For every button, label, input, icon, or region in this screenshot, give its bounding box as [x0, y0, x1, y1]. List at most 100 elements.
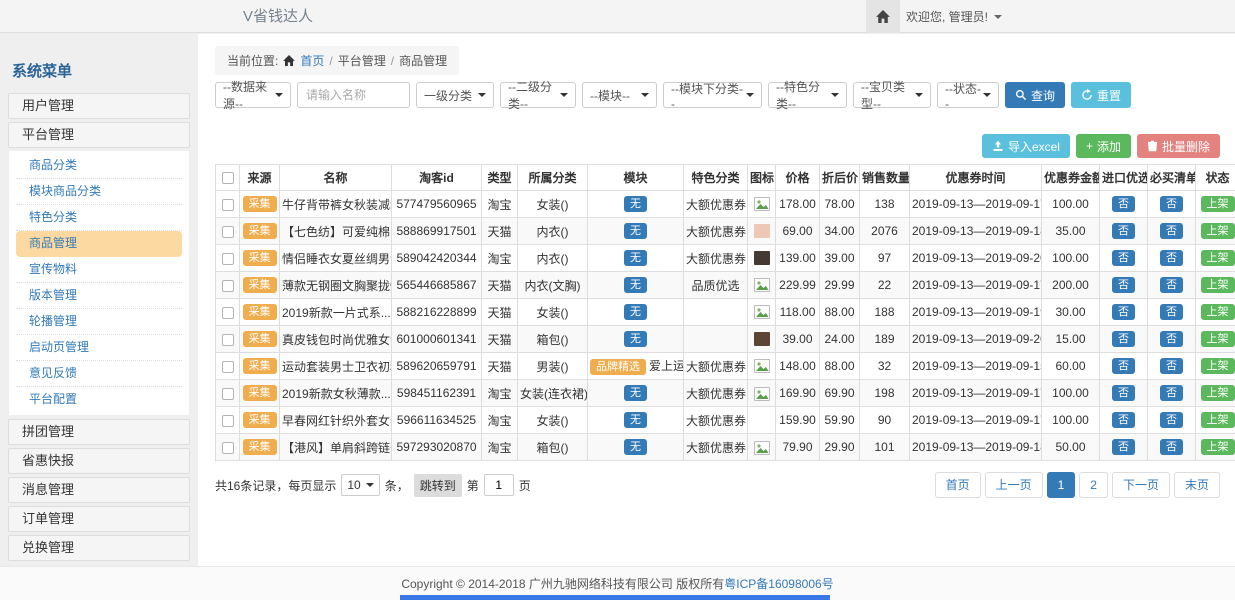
filter-select[interactable]: --特色分类--	[768, 82, 847, 108]
column-header: 状态	[1196, 165, 1235, 191]
row-checkbox[interactable]	[222, 442, 234, 454]
pager-button[interactable]: 2	[1079, 472, 1108, 498]
must-buy-toggle[interactable]: 否	[1160, 412, 1183, 428]
batch-delete-button[interactable]: 批量删除	[1137, 134, 1220, 158]
filter-select[interactable]: --宝贝类型--	[853, 82, 931, 108]
page-number-input[interactable]	[484, 474, 514, 496]
home-button[interactable]	[866, 0, 900, 33]
import-select-toggle[interactable]: 否	[1112, 304, 1135, 320]
sidebar-group[interactable]: 用户管理	[8, 93, 190, 119]
must-buy-toggle[interactable]: 否	[1160, 250, 1183, 266]
row-checkbox[interactable]	[222, 307, 234, 319]
user-menu[interactable]: 欢迎您, 管理员!	[906, 0, 1002, 33]
row-checkbox[interactable]	[222, 253, 234, 265]
row-select-cell	[216, 380, 240, 407]
name-filter-input[interactable]	[297, 82, 410, 108]
sidebar-item[interactable]: 启动页管理	[16, 335, 182, 361]
module-badge[interactable]: 无	[624, 304, 647, 320]
status-badge[interactable]: 上架	[1201, 385, 1235, 401]
must-buy-toggle[interactable]: 否	[1160, 358, 1183, 374]
sidebar-group[interactable]: 平台管理	[8, 122, 190, 148]
sidebar-item[interactable]: 轮播管理	[16, 309, 182, 335]
breadcrumb-home-link[interactable]: 首页	[300, 52, 324, 69]
import-select-toggle[interactable]: 否	[1112, 331, 1135, 347]
sidebar-group[interactable]: 订单管理	[8, 506, 190, 532]
status-badge[interactable]: 上架	[1201, 331, 1235, 347]
must-buy-toggle[interactable]: 否	[1160, 277, 1183, 293]
must-buy-toggle[interactable]: 否	[1160, 223, 1183, 239]
module-badge[interactable]: 无	[624, 439, 647, 455]
filter-select[interactable]: --模块--	[582, 82, 657, 108]
status-badge[interactable]: 上架	[1201, 223, 1235, 239]
status-badge[interactable]: 上架	[1201, 196, 1235, 212]
jump-button[interactable]: 跳转到	[414, 474, 462, 497]
icp-link[interactable]: 粤ICP备16098006号	[724, 575, 833, 592]
row-checkbox[interactable]	[222, 199, 234, 211]
import-select-toggle[interactable]: 否	[1112, 223, 1135, 239]
pager-button[interactable]: 下一页	[1112, 472, 1170, 498]
row-checkbox[interactable]	[222, 226, 234, 238]
status-badge[interactable]: 上架	[1201, 412, 1235, 428]
import-select-cell: 否	[1100, 407, 1148, 434]
sidebar-item[interactable]: 商品分类	[16, 153, 182, 179]
row-checkbox[interactable]	[222, 361, 234, 373]
must-buy-toggle[interactable]: 否	[1160, 331, 1183, 347]
sidebar-group[interactable]: 省惠快报	[8, 448, 190, 474]
filter-select[interactable]: --二级分类--	[500, 82, 576, 108]
add-button[interactable]: + 添加	[1076, 134, 1131, 158]
filter-select[interactable]: 一级分类	[416, 82, 494, 108]
filter-select-source[interactable]: --数据来源--	[215, 82, 291, 108]
sidebar-item[interactable]: 模块商品分类	[16, 179, 182, 205]
status-badge[interactable]: 上架	[1201, 277, 1235, 293]
import-select-toggle[interactable]: 否	[1112, 277, 1135, 293]
import-select-toggle[interactable]: 否	[1112, 412, 1135, 428]
pager-button[interactable]: 1	[1047, 472, 1076, 498]
filter-select[interactable]: --状态--	[937, 82, 999, 108]
status-badge[interactable]: 上架	[1201, 439, 1235, 455]
sidebar-item[interactable]: 宣传物料	[16, 257, 182, 283]
module-badge[interactable]: 无	[624, 223, 647, 239]
sidebar-item[interactable]: 意见反馈	[16, 361, 182, 387]
sidebar-item[interactable]: 特色分类	[16, 205, 182, 231]
must-buy-toggle[interactable]: 否	[1160, 196, 1183, 212]
row-checkbox[interactable]	[222, 415, 234, 427]
pager-button[interactable]: 上一页	[985, 472, 1043, 498]
sidebar-item[interactable]: 平台配置	[16, 387, 182, 413]
filter-select[interactable]: --模块下分类--	[663, 82, 762, 108]
search-button[interactable]: 查询	[1005, 82, 1065, 108]
import-select-toggle[interactable]: 否	[1112, 439, 1135, 455]
status-badge[interactable]: 上架	[1201, 250, 1235, 266]
row-checkbox[interactable]	[222, 388, 234, 400]
row-select-cell	[216, 299, 240, 326]
row-select-cell	[216, 191, 240, 218]
sidebar-group[interactable]: 拼团管理	[8, 419, 190, 445]
module-badge[interactable]: 无	[624, 385, 647, 401]
sidebar-group[interactable]: 兑换管理	[8, 535, 190, 561]
must-buy-toggle[interactable]: 否	[1160, 439, 1183, 455]
module-badge[interactable]: 无	[624, 331, 647, 347]
import-select-toggle[interactable]: 否	[1112, 358, 1135, 374]
pager-button[interactable]: 首页	[935, 472, 981, 498]
import-select-toggle[interactable]: 否	[1112, 196, 1135, 212]
sidebar-group[interactable]: 消息管理	[8, 477, 190, 503]
must-buy-toggle[interactable]: 否	[1160, 304, 1183, 320]
sidebar-item[interactable]: 版本管理	[16, 283, 182, 309]
module-badge[interactable]: 无	[624, 196, 647, 212]
import-select-toggle[interactable]: 否	[1112, 385, 1135, 401]
sidebar-item[interactable]: 商品管理	[16, 231, 182, 257]
module-badge[interactable]: 品牌精选	[590, 359, 646, 375]
row-checkbox[interactable]	[222, 334, 234, 346]
module-badge[interactable]: 无	[624, 250, 647, 266]
module-badge[interactable]: 无	[624, 412, 647, 428]
status-badge[interactable]: 上架	[1201, 358, 1235, 374]
import-select-toggle[interactable]: 否	[1112, 250, 1135, 266]
select-all-checkbox[interactable]	[222, 172, 234, 184]
module-badge[interactable]: 无	[624, 277, 647, 293]
status-badge[interactable]: 上架	[1201, 304, 1235, 320]
reset-button[interactable]: 重置	[1071, 82, 1131, 108]
per-page-select[interactable]: 10	[341, 474, 379, 496]
import-excel-button[interactable]: 导入excel	[982, 134, 1070, 158]
pager-button[interactable]: 末页	[1174, 472, 1220, 498]
row-checkbox[interactable]	[222, 280, 234, 292]
must-buy-toggle[interactable]: 否	[1160, 385, 1183, 401]
